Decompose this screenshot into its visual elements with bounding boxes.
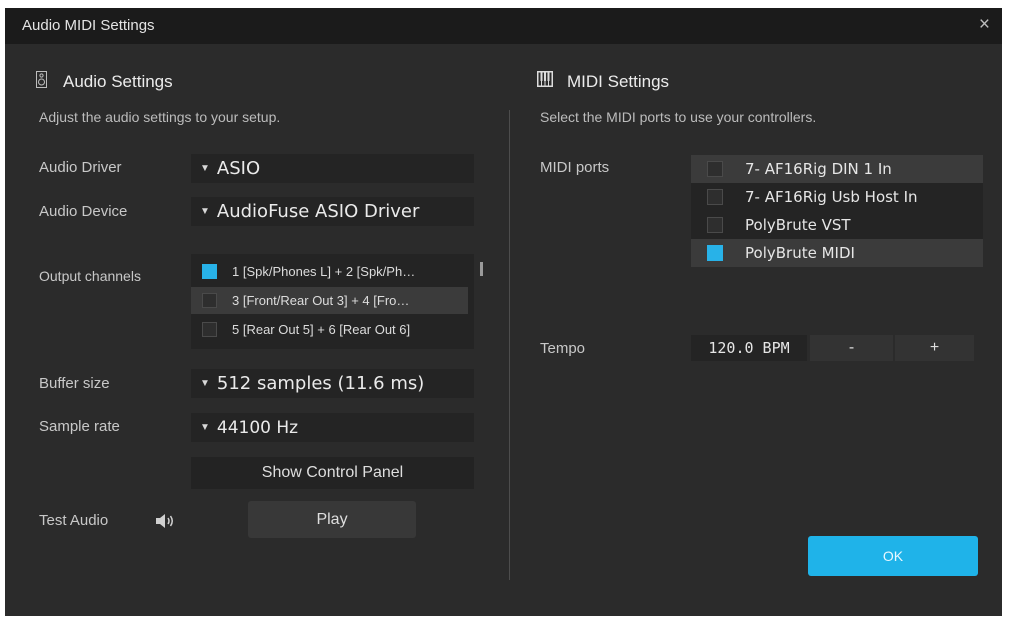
midi-port-label: 7- AF16Rig DIN 1 In: [745, 160, 892, 178]
speaker-volume-icon: [155, 513, 175, 534]
midi-settings-header: MIDI Settings: [537, 71, 669, 92]
speaker-icon: [36, 71, 47, 93]
piano-keys-icon: [537, 71, 553, 92]
sample-rate-dropdown[interactable]: ▼ 44100 Hz: [191, 413, 474, 442]
test-audio-label: Test Audio: [39, 512, 109, 529]
title-bar: Audio MIDI Settings ×: [5, 8, 1002, 44]
output-channel-row[interactable]: 5 [Rear Out 5] + 6 [Rear Out 6]: [191, 316, 468, 343]
output-channel-label: 1 [Spk/Phones L] + 2 [Spk/Ph…: [232, 264, 416, 279]
play-button[interactable]: Play: [248, 501, 416, 538]
close-icon[interactable]: ×: [979, 14, 990, 36]
output-checkbox-3[interactable]: [202, 322, 217, 337]
section-divider: [509, 110, 510, 580]
caret-down-icon: ▼: [200, 163, 210, 174]
midi-port-checkbox-1[interactable]: [707, 161, 723, 177]
midi-port-label: PolyBrute MIDI: [745, 244, 855, 262]
midi-port-checkbox-4[interactable]: [707, 245, 723, 261]
minus-icon: -: [848, 339, 855, 356]
sample-rate-value: 44100 Hz: [216, 417, 299, 438]
buffer-size-value: 512 samples (11.6 ms): [216, 373, 425, 394]
tempo-decrease-button[interactable]: -: [810, 335, 893, 361]
audio-midi-settings-dialog: Audio MIDI Settings × Audio Settings Adj…: [5, 8, 1002, 616]
plus-icon: +: [929, 339, 940, 356]
audio-device-dropdown[interactable]: ▼ AudioFuse ASIO Driver: [191, 197, 474, 226]
play-label: Play: [316, 510, 348, 528]
midi-settings-subtitle: Select the MIDI ports to use your contro…: [540, 109, 817, 125]
output-channels-list: 1 [Spk/Phones L] + 2 [Spk/Ph… 3 [Front/R…: [191, 254, 474, 349]
caret-down-icon: ▼: [200, 378, 210, 389]
midi-port-row[interactable]: 7- AF16Rig DIN 1 In: [691, 155, 983, 183]
midi-port-row[interactable]: PolyBrute MIDI: [691, 239, 983, 267]
tempo-label: Tempo: [540, 340, 586, 357]
audio-driver-dropdown[interactable]: ▼ ASIO: [191, 154, 474, 183]
midi-ports-list: 7- AF16Rig DIN 1 In 7- AF16Rig Usb Host …: [691, 155, 983, 267]
show-control-panel-label: Show Control Panel: [261, 464, 404, 481]
midi-port-label: PolyBrute VST: [745, 216, 851, 234]
midi-port-label: 7- AF16Rig Usb Host In: [745, 188, 918, 206]
audio-settings-title: Audio Settings: [63, 72, 173, 91]
ok-button[interactable]: OK: [808, 536, 978, 576]
output-channel-row[interactable]: 3 [Front/Rear Out 3] + 4 [Fro…: [191, 287, 468, 314]
midi-settings-title: MIDI Settings: [567, 71, 670, 91]
caret-down-icon: ▼: [200, 206, 210, 217]
show-control-panel-button[interactable]: Show Control Panel: [191, 457, 474, 489]
audio-driver-label: Audio Driver: [39, 159, 122, 176]
midi-ports-label: MIDI ports: [540, 159, 610, 176]
tempo-increase-button[interactable]: +: [895, 335, 974, 361]
audio-device-value: AudioFuse ASIO Driver: [216, 201, 420, 222]
output-channel-label: 5 [Rear Out 5] + 6 [Rear Out 6]: [232, 322, 411, 337]
caret-down-icon: ▼: [200, 422, 210, 433]
midi-port-checkbox-2[interactable]: [707, 189, 723, 205]
sample-rate-label: Sample rate: [39, 418, 120, 435]
audio-settings-header: Audio Settings: [36, 71, 173, 93]
output-channels-label: Output channels: [39, 268, 141, 284]
window-title: Audio MIDI Settings: [22, 17, 155, 34]
buffer-size-label: Buffer size: [39, 375, 110, 392]
buffer-size-dropdown[interactable]: ▼ 512 samples (11.6 ms): [191, 369, 474, 398]
output-channel-row[interactable]: 1 [Spk/Phones L] + 2 [Spk/Ph…: [191, 258, 468, 285]
output-checkbox-1[interactable]: [202, 264, 217, 279]
midi-port-row[interactable]: 7- AF16Rig Usb Host In: [691, 183, 983, 211]
output-list-scrollbar[interactable]: [480, 262, 483, 276]
midi-port-checkbox-3[interactable]: [707, 217, 723, 233]
output-checkbox-2[interactable]: [202, 293, 217, 308]
audio-device-label: Audio Device: [39, 203, 128, 220]
tempo-value-field[interactable]: 120.0 BPM: [691, 335, 807, 361]
audio-settings-subtitle: Adjust the audio settings to your setup.: [39, 109, 281, 125]
ok-label: OK: [882, 548, 904, 564]
output-channel-label: 3 [Front/Rear Out 3] + 4 [Fro…: [232, 293, 410, 308]
audio-driver-value: ASIO: [216, 158, 261, 179]
midi-port-row[interactable]: PolyBrute VST: [691, 211, 983, 239]
